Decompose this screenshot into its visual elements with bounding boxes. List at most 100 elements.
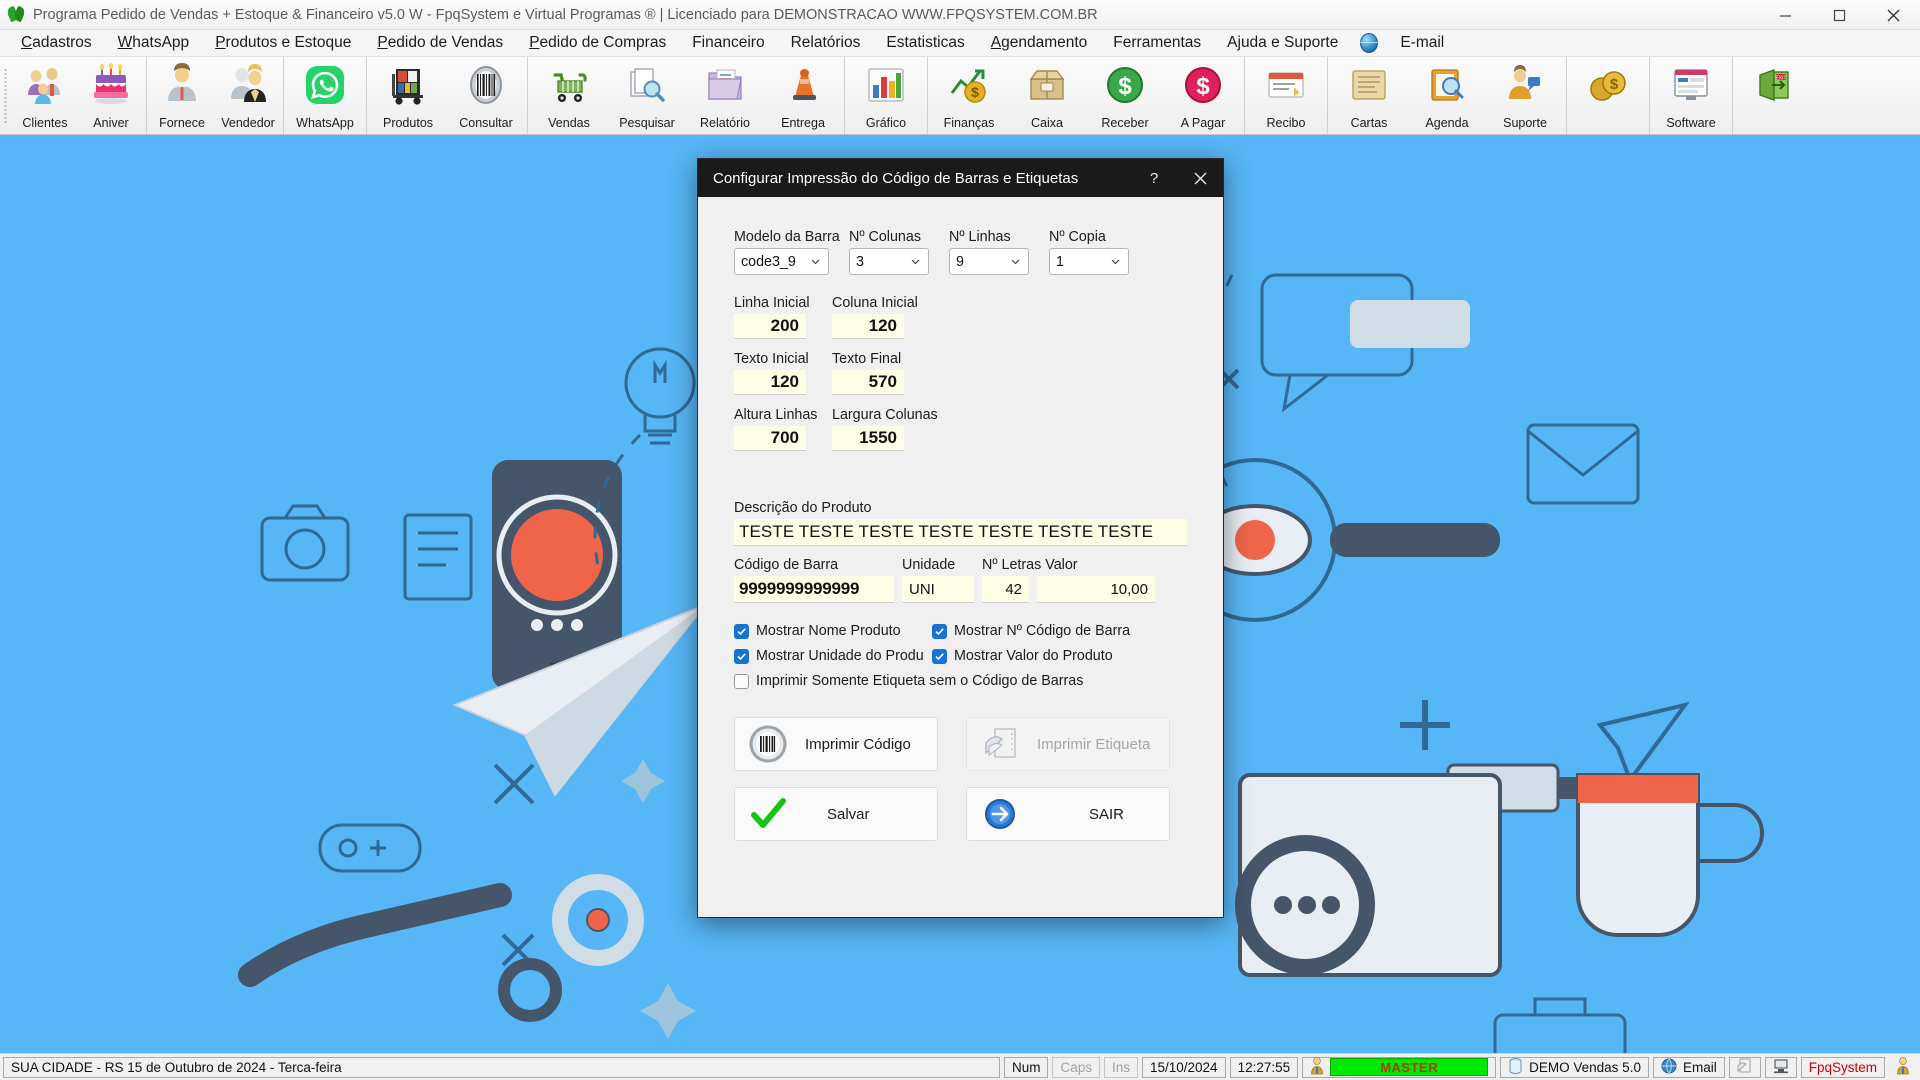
checkbox-label: Mostrar Valor do Produto bbox=[954, 648, 1113, 664]
modelo-barra-select[interactable]: code3_9 bbox=[734, 248, 829, 275]
toolbar-group-financeiro: $ Finanças Caixa $ Receber $ A Pagar bbox=[928, 57, 1245, 134]
receive-money-icon: $ bbox=[1103, 63, 1147, 107]
toolbar-label: Cartas bbox=[1350, 116, 1388, 130]
statusbar-date: 15/10/2024 bbox=[1142, 1056, 1226, 1078]
num-letras-input[interactable]: 42 bbox=[982, 576, 1029, 603]
largura-colunas-input[interactable]: 1550 bbox=[832, 426, 904, 451]
toolbar-grip[interactable] bbox=[0, 57, 10, 134]
toolbar-button-clientes[interactable]: Clientes bbox=[12, 57, 78, 134]
window-title: Programa Pedido de Vendas + Estoque & Fi… bbox=[33, 6, 1098, 23]
checkbox-mostrar-num-codigo-barra[interactable]: Mostrar Nº Código de Barra bbox=[932, 623, 1130, 639]
codigo-barra-input[interactable]: 9999999999999 bbox=[734, 576, 894, 603]
toolbar-button-pesquisar[interactable]: Pesquisar bbox=[608, 57, 686, 134]
statusbar-device-cell[interactable] bbox=[1764, 1056, 1797, 1078]
menu-financeiro[interactable]: Financeiro bbox=[679, 31, 777, 55]
toolbar-button-produtos[interactable]: Produtos bbox=[369, 57, 447, 134]
menu-whatsapp[interactable]: WhatsApp bbox=[105, 31, 203, 55]
unidade-input[interactable]: UNI bbox=[902, 576, 974, 603]
sair-button[interactable]: SAIR bbox=[966, 787, 1170, 841]
svg-text:$: $ bbox=[1196, 73, 1210, 100]
statusbar-caps: Caps bbox=[1052, 1056, 1100, 1078]
field-texto-final: Texto Final 570 bbox=[832, 351, 904, 395]
toolbar-group-software: Software bbox=[1650, 57, 1733, 134]
toolbar-button-entrega[interactable]: Entrega bbox=[764, 57, 842, 134]
num-copia-select[interactable]: 1 bbox=[1049, 248, 1129, 275]
toolbar-button-financas[interactable]: $ Finanças bbox=[930, 57, 1008, 134]
num-linhas-select[interactable]: 9 bbox=[949, 248, 1029, 275]
descricao-input[interactable]: TESTE TESTE TESTE TESTE TESTE TESTE TEST… bbox=[734, 519, 1187, 546]
texto-final-input[interactable]: 570 bbox=[832, 370, 904, 395]
toolbar-group-whatsapp: WhatsApp bbox=[284, 57, 367, 134]
statusbar-brand: FpqSystem bbox=[1800, 1056, 1885, 1078]
whatsapp-icon bbox=[303, 63, 347, 107]
help-button[interactable]: ? bbox=[1131, 159, 1177, 197]
toolbar-button-grafico[interactable]: Gráfico bbox=[847, 57, 925, 134]
toolbar-button-apagar[interactable]: $ A Pagar bbox=[1164, 57, 1242, 134]
checkbox-mostrar-nome-produto[interactable]: Mostrar Nome Produto bbox=[734, 623, 932, 639]
toolbar-button-vendas[interactable]: Vendas bbox=[530, 57, 608, 134]
menu-ferramentas[interactable]: Ferramentas bbox=[1100, 31, 1214, 55]
toolbar-button-suporte[interactable]: Suporte bbox=[1486, 57, 1564, 134]
toolbar-button-agenda[interactable]: Agenda bbox=[1408, 57, 1486, 134]
toolbar-button-exit[interactable]: EXIT bbox=[1735, 57, 1813, 134]
checkbox-mostrar-unidade-produto[interactable]: Mostrar Unidade do Produto bbox=[734, 648, 932, 664]
field-modelo-barra: Modelo da Barra code3_9 bbox=[734, 229, 840, 275]
report-folder-icon bbox=[703, 63, 747, 107]
menu-agendamento[interactable]: Agendamento bbox=[978, 31, 1101, 55]
letters-icon bbox=[1347, 63, 1391, 107]
toolbar-button-consultar[interactable]: Consultar bbox=[447, 57, 525, 134]
toolbar-button-vendedor[interactable]: Vendedor bbox=[215, 57, 281, 134]
statusbar-demo-cell: DEMO Vendas 5.0 bbox=[1500, 1056, 1649, 1078]
toolbar-button-software[interactable]: Software bbox=[1652, 57, 1730, 134]
chevron-down-icon bbox=[811, 259, 820, 265]
toolbar-label: Receber bbox=[1101, 116, 1149, 130]
num-colunas-value: 3 bbox=[856, 253, 864, 270]
coluna-inicial-input[interactable]: 120 bbox=[832, 314, 904, 339]
toolbar-button-relatorio[interactable]: Relatório bbox=[686, 57, 764, 134]
toolbar-label: Produtos bbox=[382, 116, 434, 130]
menu-estatisticas[interactable]: Estatisticas bbox=[873, 31, 977, 55]
field-label: Linha Inicial bbox=[734, 295, 810, 311]
close-button[interactable] bbox=[1866, 0, 1920, 30]
menu-produtos-estoque[interactable]: Produtos e Estoque bbox=[202, 31, 364, 55]
checkbox-mostrar-valor-produto[interactable]: Mostrar Valor do Produto bbox=[932, 648, 1113, 664]
search-docs-icon bbox=[625, 63, 669, 107]
field-label: Nº Letras Valor bbox=[982, 557, 1078, 573]
menu-ajuda-suporte[interactable]: Ajuda e Suporte bbox=[1214, 31, 1351, 55]
globe-icon[interactable] bbox=[1357, 32, 1381, 54]
terminal-icon bbox=[1773, 1058, 1789, 1077]
altura-linhas-input[interactable]: 700 bbox=[734, 426, 806, 451]
menu-cadastros[interactable]: Cadastros bbox=[8, 31, 105, 55]
field-coluna-inicial: Coluna Inicial 120 bbox=[832, 295, 918, 339]
field-num-letras: Nº Letras Valor 42 bbox=[982, 557, 1078, 603]
salvar-button[interactable]: Salvar bbox=[734, 787, 938, 841]
menu-pedido-vendas[interactable]: Pedido de Vendas bbox=[364, 31, 516, 55]
imprimir-codigo-button[interactable]: Imprimir Código bbox=[734, 717, 938, 771]
statusbar-printer-cell[interactable] bbox=[1728, 1056, 1761, 1078]
minimize-button[interactable] bbox=[1758, 0, 1812, 30]
toolbar-button-whatsapp[interactable]: WhatsApp bbox=[286, 57, 364, 134]
menu-relatorios[interactable]: Relatórios bbox=[778, 31, 874, 55]
valor-input[interactable]: 10,00 bbox=[1037, 576, 1155, 603]
toolbar-button-fornece[interactable]: Fornece bbox=[149, 57, 215, 134]
toolbar-group-coins: $ bbox=[1567, 57, 1650, 134]
menu-pedido-compras[interactable]: Pedido de Compras bbox=[516, 31, 679, 55]
toolbar-button-caixa[interactable]: Caixa bbox=[1008, 57, 1086, 134]
dialog-close-button[interactable] bbox=[1177, 159, 1223, 197]
checkbox-imprimir-somente-etiqueta[interactable]: Imprimir Somente Etiqueta sem o Código d… bbox=[734, 673, 1083, 689]
linha-inicial-input[interactable]: 200 bbox=[734, 314, 806, 339]
toolbar-button-aniver[interactable]: Aniver bbox=[78, 57, 144, 134]
statusbar-email-cell[interactable]: Email bbox=[1652, 1056, 1725, 1078]
imprimir-etiqueta-button[interactable]: Imprimir Etiqueta bbox=[966, 717, 1170, 771]
salesperson-icon bbox=[226, 63, 270, 107]
toolbar-button-recibo[interactable]: Recibo bbox=[1247, 57, 1325, 134]
maximize-button[interactable] bbox=[1812, 0, 1866, 30]
menu-email[interactable]: E-mail bbox=[1387, 31, 1457, 55]
statusbar-time: 12:27:55 bbox=[1229, 1056, 1299, 1078]
toolbar-button-receber[interactable]: $ Receber bbox=[1086, 57, 1164, 134]
field-label: Unidade bbox=[902, 557, 956, 573]
texto-inicial-input[interactable]: 120 bbox=[734, 370, 806, 395]
toolbar-button-coins[interactable]: $ bbox=[1569, 57, 1647, 134]
toolbar-button-cartas[interactable]: Cartas bbox=[1330, 57, 1408, 134]
num-colunas-select[interactable]: 3 bbox=[849, 248, 929, 275]
